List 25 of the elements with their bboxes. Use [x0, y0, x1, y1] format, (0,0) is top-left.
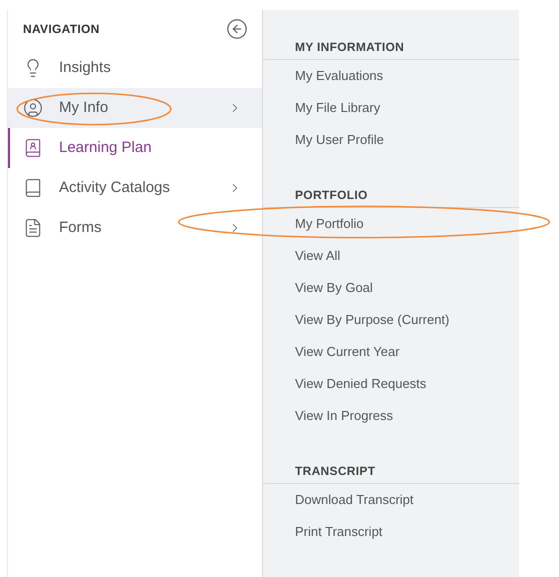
nav-item[interactable]: Activity Catalogs: [8, 168, 262, 208]
submenu-link[interactable]: My Evaluations: [295, 66, 384, 86]
nav-item[interactable]: My Info: [8, 88, 262, 128]
submenu-link[interactable]: Download Transcript: [295, 490, 414, 510]
contact-book-icon: [23, 138, 43, 158]
section-header: MY INFORMATION: [295, 38, 404, 56]
navigation-title: NAVIGATION: [23, 21, 100, 38]
submenu-link[interactable]: View By Purpose (Current): [295, 310, 450, 330]
book-icon: [23, 178, 43, 198]
submenu-link[interactable]: My File Library: [295, 98, 380, 118]
submenu-link[interactable]: View Denied Requests: [295, 374, 426, 394]
collapse-icon[interactable]: [226, 18, 248, 40]
nav-item[interactable]: Insights: [8, 48, 262, 88]
submenu-link[interactable]: View All: [295, 246, 340, 266]
submenu-link[interactable]: View Current Year: [295, 342, 400, 362]
document-icon: [23, 218, 43, 238]
submenu-link[interactable]: My User Profile: [295, 130, 384, 150]
nav-item[interactable]: Forms: [8, 208, 262, 248]
submenu-link[interactable]: Print Transcript: [295, 522, 382, 542]
section-header: TRANSCRIPT: [295, 462, 376, 480]
submenu-link[interactable]: View By Goal: [295, 278, 373, 298]
section-header: PORTFOLIO: [295, 186, 368, 204]
submenu-link[interactable]: View In Progress: [295, 406, 394, 426]
submenu-link[interactable]: My Portfolio: [295, 214, 364, 234]
user-icon: [23, 98, 43, 118]
